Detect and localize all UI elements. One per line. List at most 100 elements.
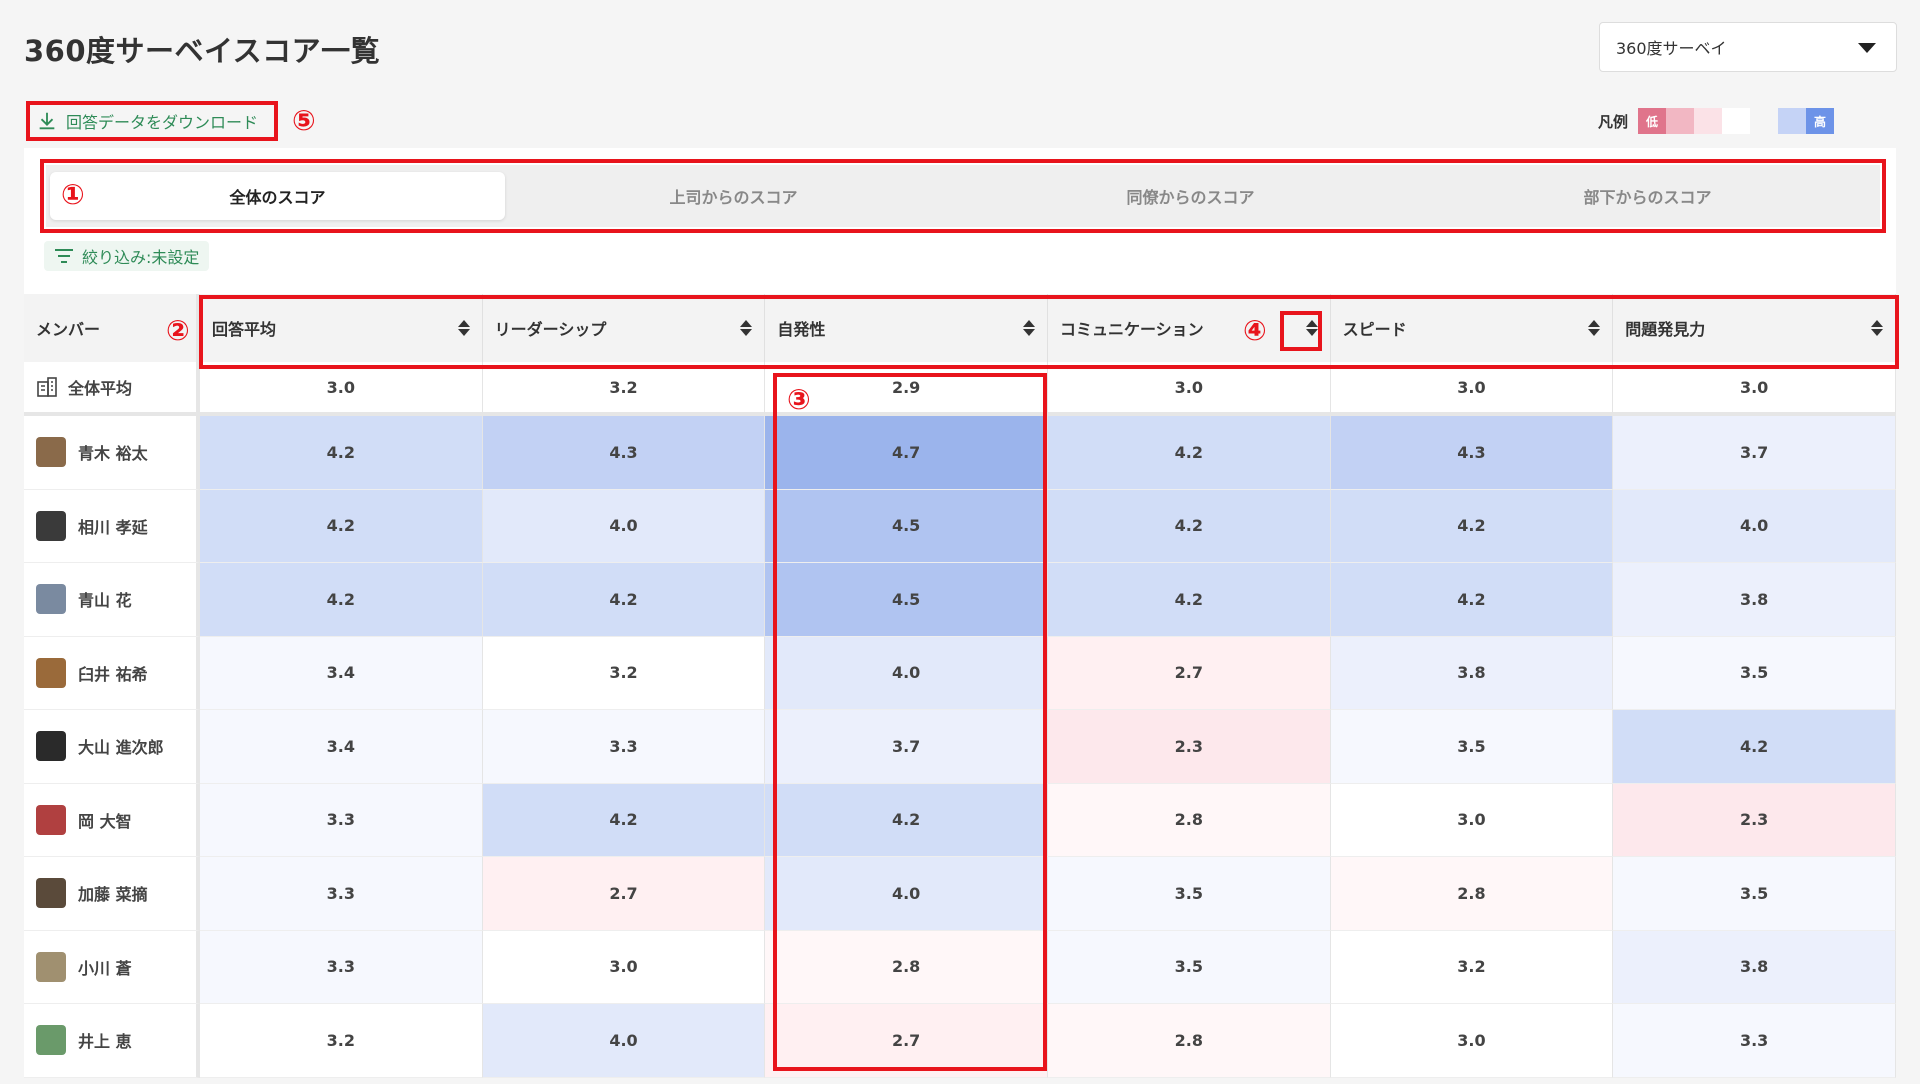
score-cell: 2.3: [1613, 783, 1896, 857]
survey-select[interactable]: 360度サーベイ: [1599, 22, 1897, 72]
score-cell: 3.4: [200, 636, 483, 710]
score-cell: 3.8: [1613, 930, 1896, 1004]
member-cell[interactable]: 加藤 菜摘: [24, 857, 200, 931]
avatar: [36, 1025, 66, 1056]
score-cell: 4.3: [1330, 416, 1614, 490]
score-cell: 3.4: [200, 710, 483, 784]
score-cell: 4.0: [482, 489, 766, 563]
download-icon: [39, 112, 55, 130]
score-cell: 4.0: [482, 1004, 766, 1078]
header-member-label: メンバー: [36, 320, 101, 339]
avatar: [36, 437, 66, 468]
score-cell: 4.2: [1330, 489, 1614, 563]
score-cell: 2.8: [1330, 857, 1614, 931]
score-cell: 3.5: [1613, 857, 1896, 931]
legend: 凡例 低 高: [1598, 108, 1835, 134]
score-cell: 4.2: [200, 489, 483, 563]
avatar: [36, 510, 66, 541]
average-cell: 3.0: [1613, 362, 1896, 416]
score-cell: 2.8: [1047, 1004, 1331, 1078]
legend-swatch-high: 高: [1806, 108, 1835, 134]
average-cell: 3.0: [200, 362, 483, 416]
member-name: 井上 恵: [78, 1032, 132, 1052]
survey-select-value: 360度サーベイ: [1616, 39, 1727, 58]
building-icon: [37, 377, 57, 397]
average-label: 全体平均: [68, 379, 133, 398]
legend-swatch: [1666, 108, 1695, 134]
score-cell: 3.3: [482, 710, 766, 784]
score-cell: 2.7: [1047, 636, 1331, 710]
member-cell[interactable]: 相川 孝延: [24, 489, 200, 563]
score-cell: 4.2: [482, 563, 766, 637]
legend-gap: [1750, 108, 1779, 134]
score-cell: 4.2: [1047, 416, 1331, 490]
legend-swatch: [1778, 108, 1807, 134]
score-cell: 4.2: [1330, 563, 1614, 637]
chevron-down-icon: [1858, 43, 1876, 53]
score-cell: 4.2: [482, 783, 766, 857]
score-cell: 3.5: [1047, 930, 1331, 1004]
average-cell: 3.0: [1047, 362, 1331, 416]
score-cell: 3.0: [482, 930, 766, 1004]
avatar: [36, 878, 66, 909]
annotation-5: ⑤: [292, 104, 316, 137]
member-cell[interactable]: 臼井 祐希: [24, 636, 200, 710]
score-cell: 2.3: [1047, 710, 1331, 784]
avatar: [36, 951, 66, 982]
page-title: 360度サーベイスコア一覧: [24, 34, 381, 68]
score-cell: 3.8: [1330, 636, 1614, 710]
score-cell: 4.3: [482, 416, 766, 490]
member-name: 青木 裕太: [78, 444, 148, 464]
score-cell: 3.2: [1330, 930, 1614, 1004]
member-name: 臼井 祐希: [78, 664, 148, 684]
score-cell: 3.5: [1047, 857, 1331, 931]
member-cell[interactable]: 大山 進次郎: [24, 710, 200, 784]
filter-label: 絞り込み:未設定: [82, 248, 200, 267]
avatar: [36, 584, 66, 615]
download-label: 回答データをダウンロード: [66, 113, 259, 132]
member-cell[interactable]: 青山 花: [24, 563, 200, 637]
member-cell[interactable]: 岡 大智: [24, 783, 200, 857]
annotation-frame-header: [199, 295, 1899, 369]
legend-label: 凡例: [1598, 112, 1629, 131]
member-name: 大山 進次郎: [78, 738, 164, 758]
member-cell[interactable]: 小川 蒼: [24, 930, 200, 1004]
avatar: [36, 731, 66, 762]
member-cell[interactable]: 青木 裕太: [24, 416, 200, 490]
score-cell: 3.5: [1613, 636, 1896, 710]
score-cell: 2.7: [482, 857, 766, 931]
member-name: 岡 大智: [78, 811, 132, 831]
score-cell: 3.3: [200, 930, 483, 1004]
score-cell: 4.2: [200, 416, 483, 490]
score-cell: 3.7: [1613, 416, 1896, 490]
score-cell: 4.2: [1613, 710, 1896, 784]
member-name: 加藤 菜摘: [78, 885, 148, 905]
legend-swatch: [1722, 108, 1751, 134]
score-cell: 3.8: [1613, 563, 1896, 637]
score-cell: 4.0: [1613, 489, 1896, 563]
member-cell[interactable]: 井上 恵: [24, 1004, 200, 1078]
filter-button[interactable]: 絞り込み:未設定: [44, 241, 210, 271]
annotation-3: ③: [787, 383, 811, 416]
annotation-frame-sort: [1280, 311, 1322, 351]
score-cell: 4.2: [1047, 563, 1331, 637]
score-cell: 2.8: [1047, 783, 1331, 857]
legend-swatch: [1694, 108, 1723, 134]
average-label-cell: 全体平均: [24, 362, 200, 416]
score-cell: 3.2: [482, 636, 766, 710]
avatar: [36, 657, 66, 688]
member-name: 相川 孝延: [78, 517, 148, 537]
member-name: 小川 蒼: [78, 958, 132, 978]
legend-swatch-low: 低: [1638, 108, 1667, 134]
score-cell: 3.0: [1330, 783, 1614, 857]
annotation-2: ②: [166, 314, 190, 347]
score-cell: 3.2: [200, 1004, 483, 1078]
score-cell: 4.2: [200, 563, 483, 637]
score-cell: 3.3: [200, 783, 483, 857]
average-cell: 3.0: [1330, 362, 1614, 416]
download-button[interactable]: 回答データをダウンロード: [26, 101, 278, 141]
annotation-frame-column: [773, 373, 1047, 1071]
average-cell: 3.2: [482, 362, 766, 416]
score-cell: 4.2: [1047, 489, 1331, 563]
member-name: 青山 花: [78, 591, 132, 611]
